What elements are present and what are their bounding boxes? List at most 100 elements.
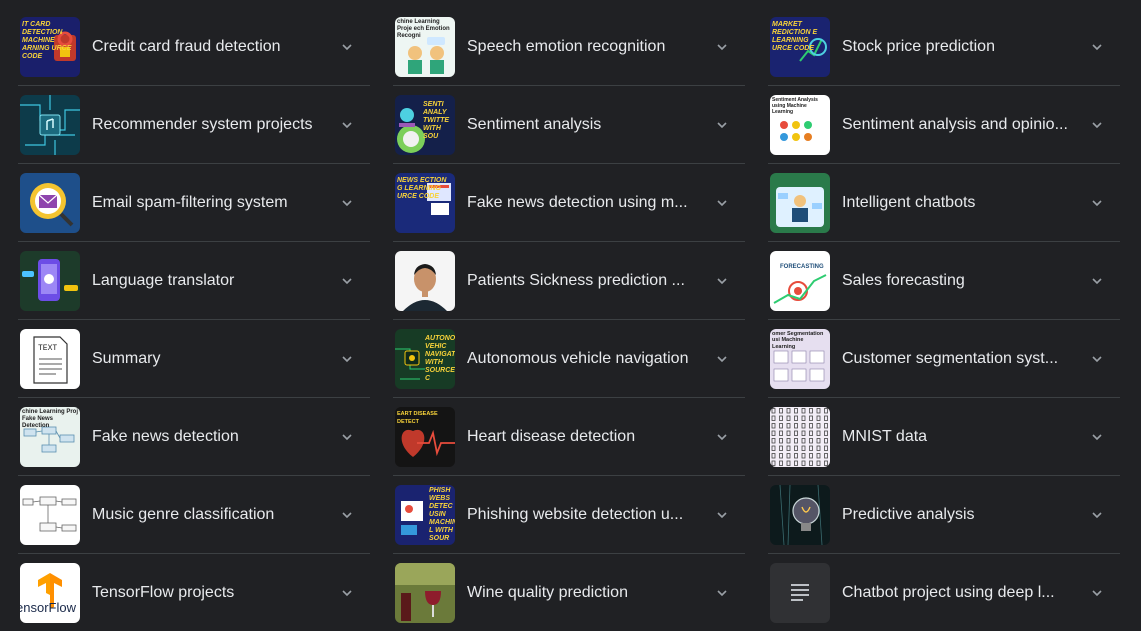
sentiment-opinion-thumbnail: Sentiment Analysis using Machine Learnin…	[770, 94, 830, 155]
speech-emotion-thumbnail: chine Learning Proje ech Emotion Recogni	[395, 16, 455, 77]
chevron-down-icon[interactable]	[342, 510, 352, 520]
thumbnail-caption: MARKET REDICTION E LEARNING URCE CODE	[772, 20, 818, 52]
list-item[interactable]: MNIST data	[768, 398, 1120, 476]
chevron-down-icon[interactable]	[1092, 198, 1102, 208]
chevron-down-icon[interactable]	[717, 120, 727, 130]
heart-disease-thumbnail: EART DISEASE DETECT	[395, 406, 455, 467]
item-label: Email spam-filtering system	[92, 193, 288, 211]
chevron-down-icon[interactable]	[1092, 432, 1102, 442]
stock-market-thumbnail: MARKET REDICTION E LEARNING URCE CODE	[770, 16, 830, 77]
list-item[interactable]: SENTI ANALY TWITTE WITH SOU Sentiment an…	[393, 86, 745, 164]
item-label: Customer segmentation syst...	[842, 349, 1059, 367]
list-item[interactable]: Predictive analysis	[768, 476, 1120, 554]
chevron-down-icon[interactable]	[342, 42, 352, 52]
list-item[interactable]: chine Learning Proj Fake News Detection …	[18, 398, 370, 476]
chevron-down-icon[interactable]	[1092, 42, 1102, 52]
chevron-down-icon[interactable]	[342, 354, 352, 364]
wine-photo-thumbnail	[395, 562, 455, 623]
chevron-down-icon[interactable]	[342, 432, 352, 442]
chevron-down-icon[interactable]	[1092, 354, 1102, 364]
item-label: Chatbot project using deep l...	[842, 583, 1055, 601]
item-label: Autonomous vehicle navigation	[467, 349, 689, 367]
list-item[interactable]: Chatbot project using deep l...	[768, 554, 1120, 631]
thumbnail-caption: chine Learning Proj Fake News Detection	[22, 408, 79, 429]
item-label: Wine quality prediction	[467, 583, 628, 601]
chatbot-person-thumbnail	[770, 172, 830, 233]
thumbnail-caption: NEWS ECTION G LEARNING URCE CODE	[397, 176, 447, 200]
list-item[interactable]: EART DISEASE DETECT Heart disease detect…	[393, 398, 745, 476]
list-item[interactable]: Intelligent chatbots	[768, 164, 1120, 242]
item-label: Language translator	[92, 271, 235, 289]
tensorflow-logo-thumbnail: ensorFlow	[20, 562, 80, 623]
item-label: Sales forecasting	[842, 271, 965, 289]
list-item[interactable]: chine Learning Proje ech Emotion Recogni…	[393, 8, 745, 86]
language-translator-thumbnail	[20, 250, 80, 311]
item-label: Recommender system projects	[92, 115, 313, 133]
item-label: MNIST data	[842, 427, 928, 445]
thumbnail-caption: FORECASTING	[780, 263, 824, 270]
phishing-website-thumbnail: PHISH WEBS DETEC USIN MACHINE L WITH SOU…	[395, 484, 455, 545]
circuit-board-thumbnail	[20, 94, 80, 155]
chevron-down-icon[interactable]	[342, 276, 352, 286]
list-item[interactable]: Wine quality prediction	[393, 554, 745, 631]
list-item[interactable]: Language translator	[18, 242, 370, 320]
fake-news-diagram-thumbnail: chine Learning Proj Fake News Detection	[20, 406, 80, 467]
chevron-down-icon[interactable]	[717, 432, 727, 442]
chevron-down-icon[interactable]	[342, 588, 352, 598]
chevron-down-icon[interactable]	[717, 198, 727, 208]
text-document-thumbnail: TEXT	[20, 328, 80, 389]
chevron-down-icon[interactable]	[342, 120, 352, 130]
forecasting-thumbnail: FORECASTING	[770, 250, 830, 311]
list-item[interactable]: NEWS ECTION G LEARNING URCE CODE Fake ne…	[393, 164, 745, 242]
customer-segmentation-thumbnail: omer Segmentation usi Machine Learning	[770, 328, 830, 389]
item-label: Sentiment analysis and opinio...	[842, 115, 1068, 133]
chevron-down-icon[interactable]	[717, 42, 727, 52]
autonomous-vehicle-thumbnail: AUTONOM VEHIC NAVIGATI WITH SOURCE C	[395, 328, 455, 389]
thumbnail-caption: IT CARD DETECTION MACHINE ARNING URCE CO…	[22, 20, 72, 60]
chevron-down-icon[interactable]	[717, 276, 727, 286]
item-label: Heart disease detection	[467, 427, 636, 445]
results-column-2: chine Learning Proje ech Emotion Recogni…	[393, 8, 745, 631]
chevron-down-icon[interactable]	[717, 354, 727, 364]
thumbnail-caption: EART DISEASE DETECT	[397, 410, 438, 425]
chevron-down-icon[interactable]	[717, 588, 727, 598]
item-label: Credit card fraud detection	[92, 37, 281, 55]
flow-diagram-thumbnail	[20, 484, 80, 545]
item-label: Patients Sickness prediction ...	[467, 271, 685, 289]
item-label: Music genre classification	[92, 505, 275, 523]
list-item[interactable]: PHISH WEBS DETEC USIN MACHINE L WITH SOU…	[393, 476, 745, 554]
chevron-down-icon[interactable]	[1092, 276, 1102, 286]
list-item[interactable]: Sentiment Analysis using Machine Learnin…	[768, 86, 1120, 164]
list-item[interactable]: FORECASTING Sales forecasting	[768, 242, 1120, 320]
list-item[interactable]: omer Segmentation usi Machine Learning C…	[768, 320, 1120, 398]
mnist-grid-thumbnail	[770, 406, 830, 467]
chevron-down-icon[interactable]	[717, 510, 727, 520]
document-lines-icon	[770, 562, 830, 623]
list-item[interactable]: MARKET REDICTION E LEARNING URCE CODE St…	[768, 8, 1120, 86]
item-label: Summary	[92, 349, 161, 367]
thumbnail-caption: AUTONOM VEHIC NAVIGATI WITH SOURCE C	[425, 334, 455, 382]
thumbnail-caption: omer Segmentation usi Machine Learning	[772, 330, 824, 350]
list-item[interactable]: Recommender system projects	[18, 86, 370, 164]
item-label: TensorFlow projects	[92, 583, 235, 601]
list-item[interactable]: AUTONOM VEHIC NAVIGATI WITH SOURCE C Aut…	[393, 320, 745, 398]
email-spam-thumbnail	[20, 172, 80, 233]
thumbnail-caption: Sentiment Analysis using Machine Learnin…	[772, 96, 818, 115]
thumbnail-caption: PHISH WEBS DETEC USIN MACHINE L WITH SOU…	[429, 486, 455, 542]
chevron-down-icon[interactable]	[1092, 510, 1102, 520]
list-item[interactable]: Patients Sickness prediction ...	[393, 242, 745, 320]
chevron-down-icon[interactable]	[1092, 120, 1102, 130]
person-photo-thumbnail	[395, 250, 455, 311]
chevron-down-icon[interactable]	[1092, 588, 1102, 598]
list-item[interactable]: IT CARD DETECTION MACHINE ARNING URCE CO…	[18, 8, 370, 86]
fake-news-source-code-thumbnail: NEWS ECTION G LEARNING URCE CODE	[395, 172, 455, 233]
list-item[interactable]: TEXT Summary	[18, 320, 370, 398]
chevron-down-icon[interactable]	[342, 198, 352, 208]
thumbnail-caption: chine Learning Proje ech Emotion Recogni	[397, 18, 450, 39]
list-item[interactable]: Email spam-filtering system	[18, 164, 370, 242]
credit-card-fraud-thumbnail: IT CARD DETECTION MACHINE ARNING URCE CO…	[20, 16, 80, 77]
results-column-3: MARKET REDICTION E LEARNING URCE CODE St…	[768, 8, 1120, 631]
list-item[interactable]: Music genre classification	[18, 476, 370, 554]
list-item[interactable]: ensorFlow TensorFlow projects	[18, 554, 370, 631]
item-label: Fake news detection	[92, 427, 239, 445]
